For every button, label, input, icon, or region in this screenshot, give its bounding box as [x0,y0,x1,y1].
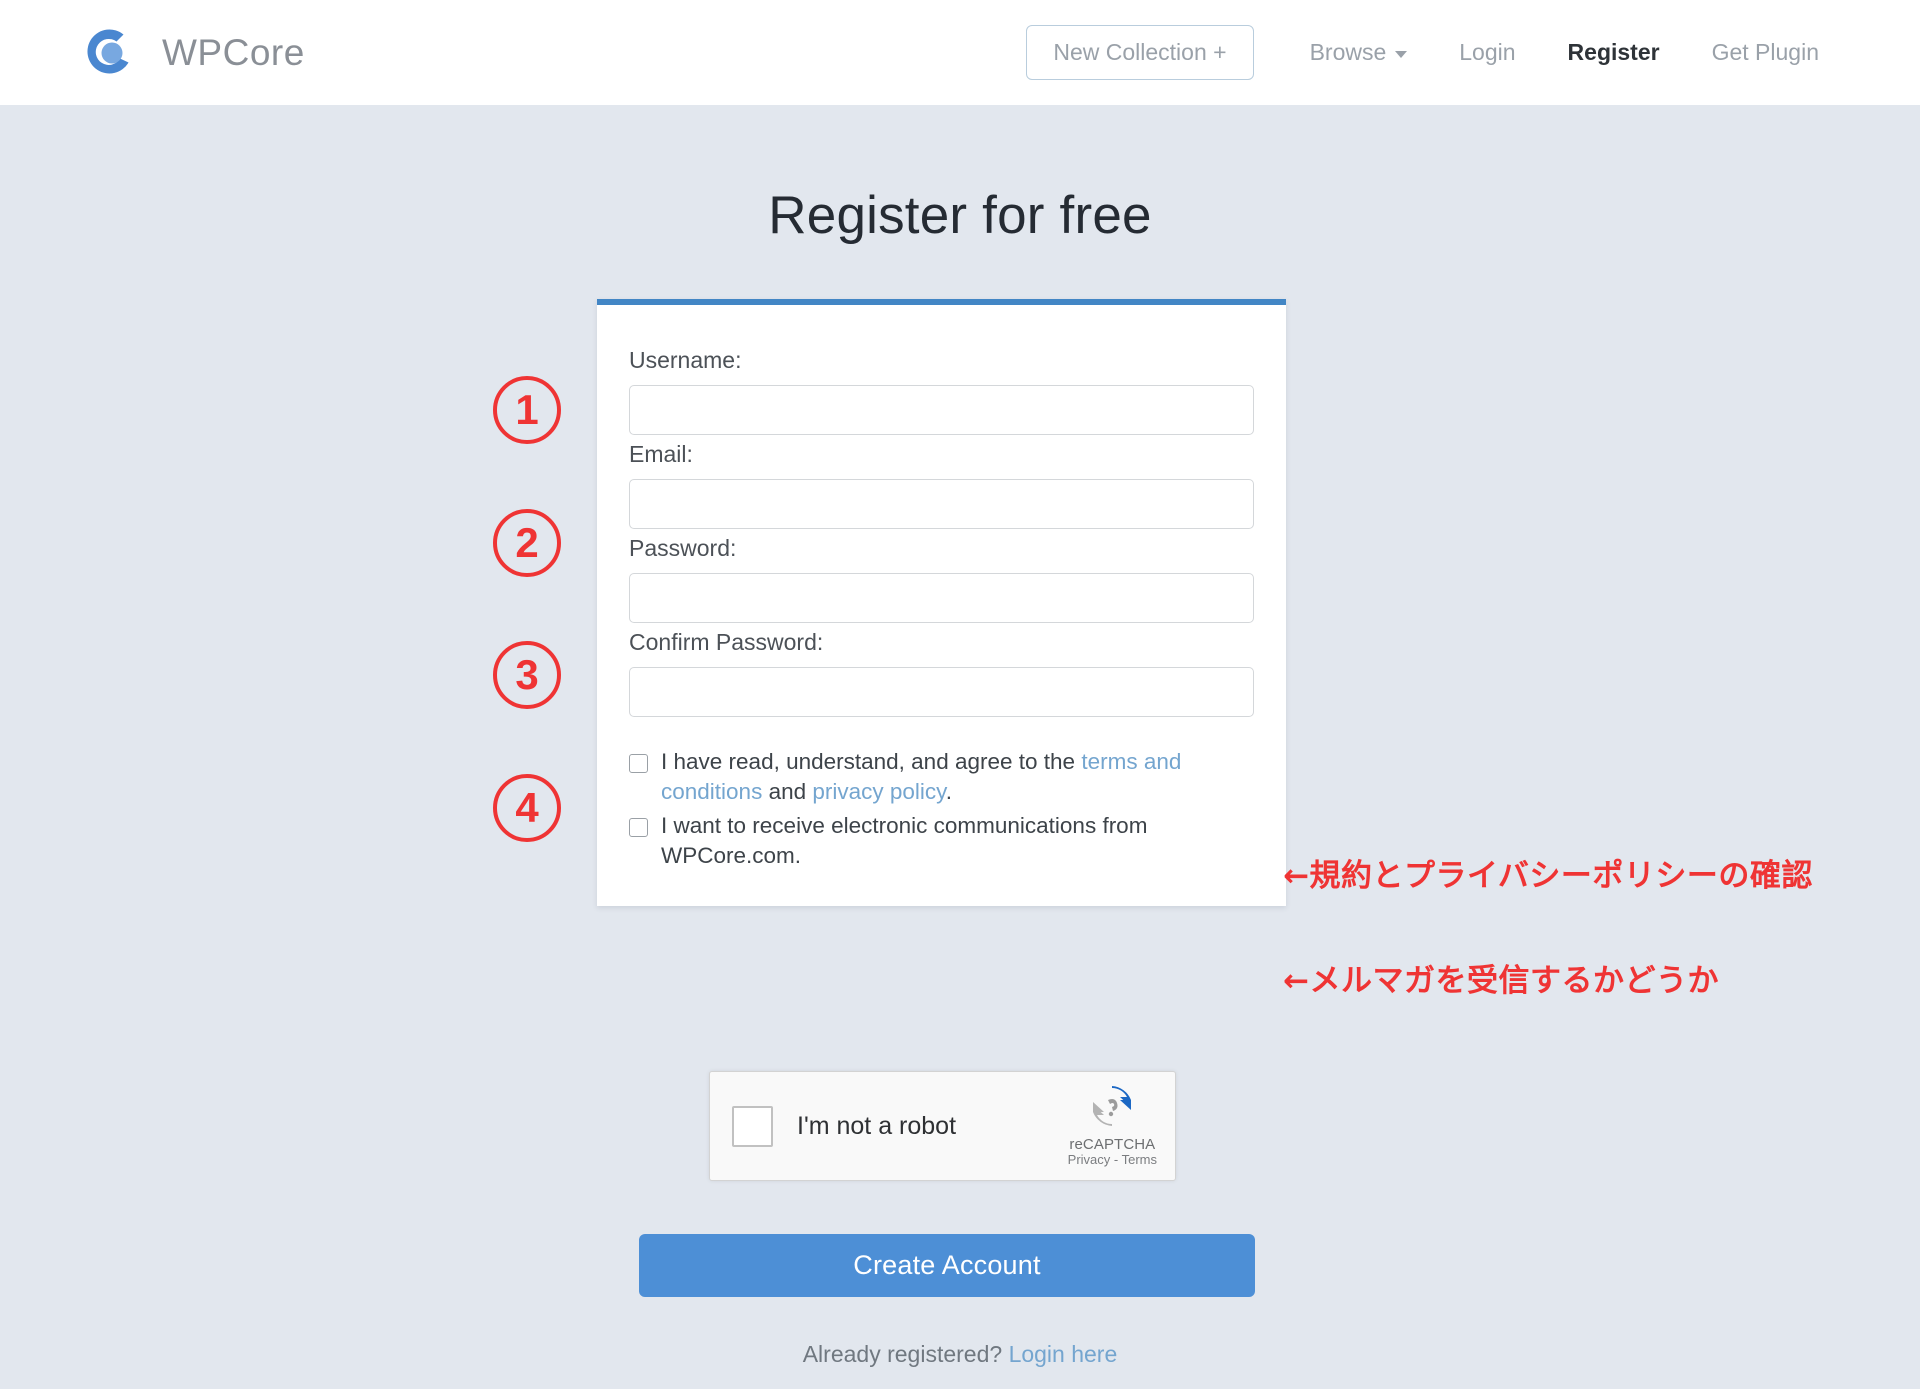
recaptcha-checkbox[interactable] [732,1105,773,1147]
annotation-number-4: 4 [493,774,561,842]
wpcore-ring-logo-icon [78,22,140,84]
consent-row-newsletter: I want to receive electronic communicati… [629,811,1254,870]
username-label: Username: [629,347,742,373]
consent-checkbox-group: I have read, understand, and agree to th… [629,747,1254,871]
email-label: Email: [629,441,693,467]
password-label: Password: [629,535,737,561]
terms-agreement-label: I have read, understand, and agree to th… [661,747,1206,806]
recaptcha-legal-links[interactable]: Privacy - Terms [1068,1152,1157,1168]
nav-item-register[interactable]: Register [1542,29,1686,76]
email-input[interactable] [629,479,1254,529]
newsletter-optin-label: I want to receive electronic communicati… [661,813,1148,869]
field-group-password: Password: [629,535,1254,623]
newsletter-optin-checkbox[interactable] [629,818,648,838]
create-account-button[interactable]: Create Account [639,1234,1255,1297]
nav-item-browse-label: Browse [1309,38,1387,65]
recaptcha-arrows-icon [1089,1085,1135,1132]
login-prompt: Already registered? Login here [0,1341,1920,1368]
field-group-confirm-password: Confirm Password: [629,629,1254,717]
recaptcha-label: I'm not a robot [797,1111,957,1140]
privacy-policy-link[interactable]: privacy policy [812,779,945,804]
brand-name: WPCore [162,31,305,73]
terms-agreement-checkbox[interactable] [629,754,648,773]
field-group-email: Email: [629,441,1254,529]
annotation-note-terms: ←規約とプライバシーポリシーの確認 [1283,858,1813,894]
terms-text-before: I have read, understand, and agree to th… [661,749,1082,774]
nav-item-browse[interactable]: Browse [1284,29,1434,76]
confirm-password-input[interactable] [629,667,1254,717]
annotation-note-newsletter: ←メルマガを受信するかどうか [1283,963,1719,999]
username-input[interactable] [629,385,1254,435]
recaptcha-branding: reCAPTCHA Privacy - Terms [1068,1084,1157,1169]
recaptcha-brand-name: reCAPTCHA [1069,1136,1156,1154]
consent-row-terms: I have read, understand, and agree to th… [629,747,1254,806]
field-group-username: Username: [629,347,1254,435]
confirm-password-label: Confirm Password: [629,629,824,655]
login-prompt-text: Already registered? [802,1341,1009,1367]
register-form-card: Username: Email: Password: Confirm Passw… [597,299,1286,906]
page-title: Register for free [768,186,1152,245]
brand-logo-link[interactable]: WPCore [78,22,305,84]
new-collection-button[interactable]: New Collection + [1026,24,1254,81]
chevron-down-icon [1395,50,1408,58]
nav-item-login[interactable]: Login [1433,29,1541,76]
annotation-number-2: 2 [493,509,561,577]
terms-text-middle: and [762,778,813,804]
login-here-link[interactable]: Login here [1009,1341,1118,1367]
annotation-number-1: 1 [493,376,561,444]
site-header: WPCore New Collection + Browse Login Reg… [0,0,1920,105]
annotation-number-3: 3 [493,641,561,709]
main-navigation: New Collection + Browse Login Register G… [1026,24,1845,81]
terms-text-after: . [945,778,953,804]
nav-item-get-plugin[interactable]: Get Plugin [1686,29,1845,76]
password-input[interactable] [629,573,1254,623]
recaptcha-widget[interactable]: I'm not a robot reCAPTCHA Privacy - Term… [709,1071,1176,1181]
